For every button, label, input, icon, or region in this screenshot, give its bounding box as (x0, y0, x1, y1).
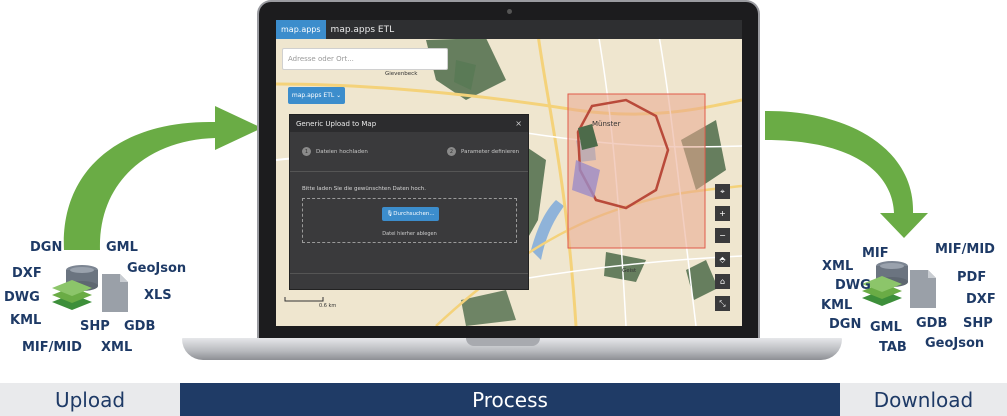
download-icons (862, 261, 936, 308)
app-screen: Gievenbeck Münster Geist map.apps map.ap… (276, 20, 742, 326)
download-format-shp: SHP (963, 316, 993, 331)
file-dropzone[interactable]: 🎙Durchsuchen... Datei hierher ablegen (302, 198, 517, 243)
upload-format-mif-mid: MIF/MID (22, 340, 82, 355)
laptop-notch (466, 338, 540, 346)
scale-bar (284, 297, 324, 302)
upload-icons (52, 265, 128, 312)
address-search-input[interactable]: Adresse oder Ort... (282, 48, 448, 70)
download-format-pdf: PDF (957, 270, 987, 285)
app-title: map.apps ETL (330, 24, 395, 35)
download-format-mif-mid: MIF/MID (935, 242, 995, 257)
home-icon[interactable]: ⌂ (715, 274, 730, 289)
app-header: map.apps map.apps ETL (276, 20, 742, 39)
download-format-gml: GML (870, 320, 902, 335)
scale-label: 0.6 km (319, 303, 337, 309)
upload-format-dwg: DWG (4, 290, 40, 305)
browse-button[interactable]: 🎙Durchsuchen... (382, 207, 439, 221)
locate-icon[interactable]: ⌖ (715, 184, 730, 199)
download-format-xml: XML (822, 259, 854, 274)
upload-format-xml: XML (101, 340, 133, 355)
upload-format-dgn: DGN (30, 240, 63, 255)
upload-dialog: Generic Upload to Map × 1 Dateien hochla… (289, 114, 529, 290)
place-label-geist: Geist (622, 268, 637, 274)
upload-format-kml: KML (10, 313, 42, 328)
step-number: 2 (447, 147, 456, 156)
step-label: Dateien hochladen (316, 148, 368, 155)
dialog-header: Generic Upload to Map × (290, 115, 528, 132)
drop-hint: Datei hierher ablegen (382, 231, 437, 237)
place-label-gievenbeck: Gievenbeck (385, 71, 418, 77)
stage-upload: Upload (0, 383, 180, 416)
stage-download: Download (840, 383, 1007, 416)
place-label-muenster: Münster (592, 120, 621, 128)
download-format-mif: MIF (862, 246, 889, 261)
download-arrow (765, 110, 928, 238)
stage-process: Process (180, 383, 840, 416)
divider (290, 171, 528, 172)
download-format-kml: KML (821, 298, 853, 313)
download-format-tab: TAB (879, 340, 907, 355)
divider (290, 273, 528, 274)
download-format-dwg: DWG (835, 278, 871, 293)
fullscreen-icon[interactable]: ⤡ (715, 296, 730, 311)
upload-format-gml: GML (106, 240, 138, 255)
zoom-in-button[interactable]: + (715, 206, 730, 221)
file-icon (910, 270, 936, 308)
upload-format-dxf: DXF (12, 266, 42, 281)
step-label: Parameter definieren (461, 148, 520, 155)
upload-instruction: Bitte laden Sie die gewünschten Daten ho… (302, 186, 427, 192)
etl-tool-button[interactable]: map.apps ETL ⌄ (288, 87, 345, 104)
zoom-out-button[interactable]: − (715, 228, 730, 243)
download-format-gdb: GDB (916, 316, 948, 331)
upload-format-geojson: GeoJson (127, 261, 187, 276)
upload-format-shp: SHP (80, 319, 110, 334)
dialog-title: Generic Upload to Map (296, 119, 377, 128)
compass-icon[interactable]: ⬘ (715, 252, 730, 267)
infographic: DGN GML DXF GeoJson DWG XLS KML SHP GDB … (0, 0, 1007, 416)
file-icon (102, 274, 128, 312)
step-upload[interactable]: 1 Dateien hochladen (302, 147, 368, 156)
download-format-dxf: DXF (966, 292, 996, 307)
close-icon[interactable]: × (515, 119, 522, 128)
camera-icon (507, 9, 512, 14)
download-format-dgn: DGN (829, 317, 862, 332)
upload-format-xls: XLS (144, 288, 172, 303)
step-number: 1 (302, 147, 311, 156)
brand-logo[interactable]: map.apps (276, 20, 326, 39)
upload-format-gdb: GDB (124, 319, 156, 334)
upload-arrow (63, 106, 263, 250)
step-parameters[interactable]: 2 Parameter definieren (447, 147, 519, 156)
download-format-geojson: GeoJson (925, 336, 985, 351)
